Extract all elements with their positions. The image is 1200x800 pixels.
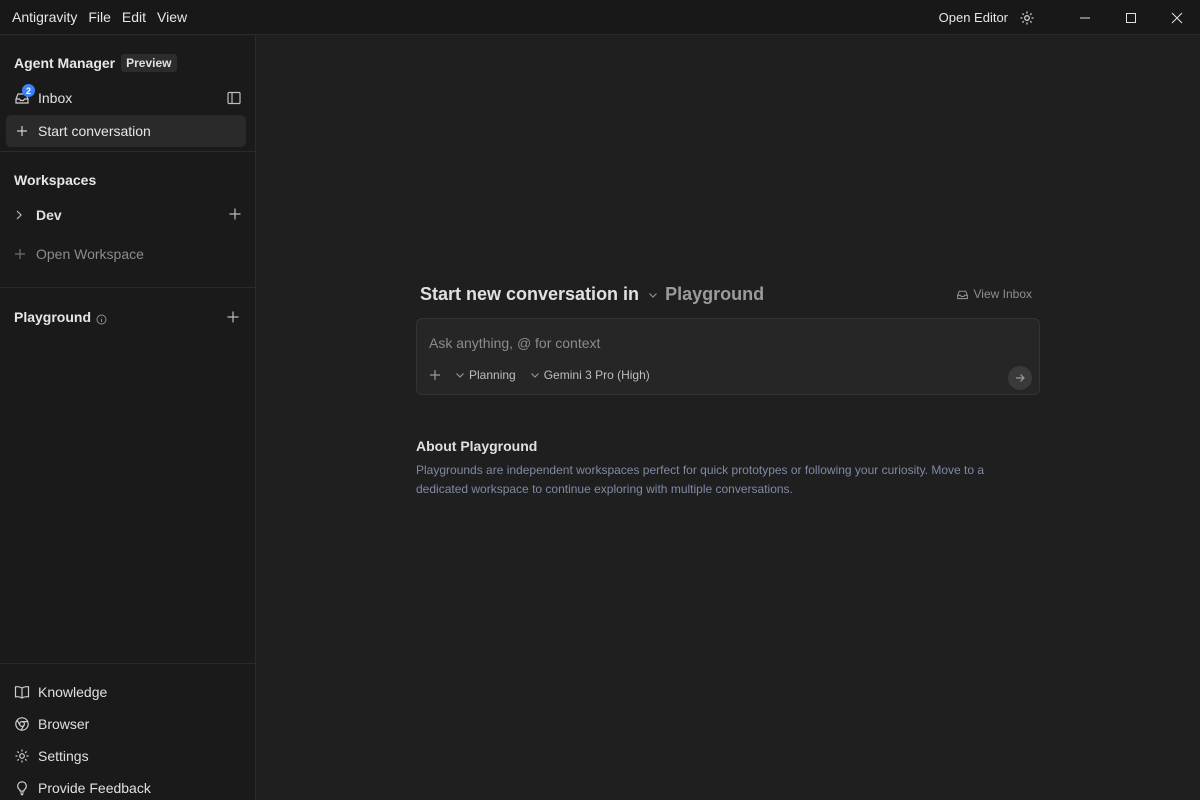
sidebar-item-settings[interactable]: Settings [0,740,255,772]
model-dropdown[interactable]: Gemini 3 Pro (High) [530,368,650,382]
titlebar-right: Open Editor [939,0,1200,35]
workspace-selector[interactable]: Playground [665,284,764,305]
inbox-icon [956,290,968,299]
lightbulb-icon [17,781,27,796]
preview-badge: Preview [121,54,177,72]
arrow-right-icon [1016,374,1025,382]
sidebar-header: Agent Manager Preview [14,54,177,72]
divider [0,287,255,288]
workspaces-heading: Workspaces [14,172,97,188]
book-icon [14,686,30,699]
inbox-label: Inbox [38,90,73,106]
menu-bar: Antigravity File Edit View [0,0,198,34]
about-description: Playgrounds are independent workspaces p… [416,463,985,496]
mode-label: Planning [469,368,516,382]
sidebar-item-inbox[interactable]: 2 Inbox [14,84,242,109]
view-inbox-label: View Inbox [973,287,1032,301]
inbox-count-badge: 2 [22,84,35,97]
sidebar-title: Agent Manager [14,55,116,71]
about-heading: About Playground [416,438,538,454]
send-button[interactable] [1008,366,1032,390]
sidebar-item-knowledge[interactable]: Knowledge [0,676,255,708]
open-workspace-label: Open Workspace [36,246,144,262]
mode-dropdown[interactable]: Planning [455,368,516,382]
maximize-icon [1126,12,1136,23]
plus-icon [17,126,27,136]
browser-icon [15,717,29,731]
sidebar-item-browser[interactable]: Browser [0,708,255,740]
add-conversation-icon[interactable] [228,207,242,221]
divider [0,151,255,152]
playground-section[interactable]: Playground [14,307,240,327]
chevron-down-icon[interactable] [647,288,659,300]
close-icon [1171,12,1183,23]
view-inbox-link[interactable]: View Inbox [956,287,1032,301]
main-content: Start new conversation in Playground Vie… [256,36,1200,800]
gear-icon[interactable] [1018,9,1036,27]
conversation-heading: Start new conversation in Playground Vie… [420,282,1040,306]
workspace-label: Dev [36,207,62,223]
playground-heading: Playground [14,309,92,325]
chevron-right-icon [16,210,22,220]
knowledge-label: Knowledge [38,684,108,700]
close-button[interactable] [1154,0,1200,35]
menu-edit[interactable]: Edit [122,9,146,25]
open-editor-button[interactable]: Open Editor [939,10,1008,25]
info-icon[interactable] [96,312,107,324]
model-label: Gemini 3 Pro (High) [543,368,650,382]
feedback-label: Provide Feedback [38,780,151,796]
page-title: Start new conversation in [420,283,640,304]
title-bar: Antigravity File Edit View Open Editor [0,0,1200,35]
sidebar: Agent Manager Preview 2 Inbox Start conv… [0,36,256,800]
start-conversation-label: Start conversation [38,123,151,139]
chevron-down-icon [530,373,539,378]
plus-icon [15,249,25,259]
start-conversation-button[interactable]: Start conversation [6,115,246,147]
minimize-icon [1080,17,1090,18]
attach-button[interactable] [429,369,441,381]
app-name-menu[interactable]: Antigravity [12,9,77,25]
add-playground-icon[interactable] [226,310,240,324]
settings-label: Settings [38,748,89,764]
menu-view[interactable]: View [157,9,187,25]
inbox-icon: 2 [14,84,35,106]
maximize-button[interactable] [1108,0,1154,35]
input-toolbar: Planning Gemini 3 Pro (High) [429,368,664,382]
bottom-nav: Knowledge Browser Settings Provide Feedb… [0,663,255,800]
workspace-item-dev[interactable]: Dev [14,205,242,225]
sidebar-item-feedback[interactable]: Provide Feedback [0,772,255,800]
browser-label: Browser [38,716,90,732]
gear-icon [15,749,29,763]
prompt-input[interactable]: Ask anything, @ for context [429,335,600,351]
plus-icon [430,370,440,380]
chevron-down-icon [456,373,464,378]
minimize-button[interactable] [1062,0,1108,35]
prompt-input-box[interactable]: Ask anything, @ for context Planning Gem… [416,318,1040,395]
sidebar-toggle-icon[interactable] [226,90,242,106]
menu-file[interactable]: File [88,9,111,25]
open-workspace-button[interactable]: Open Workspace [14,246,144,262]
